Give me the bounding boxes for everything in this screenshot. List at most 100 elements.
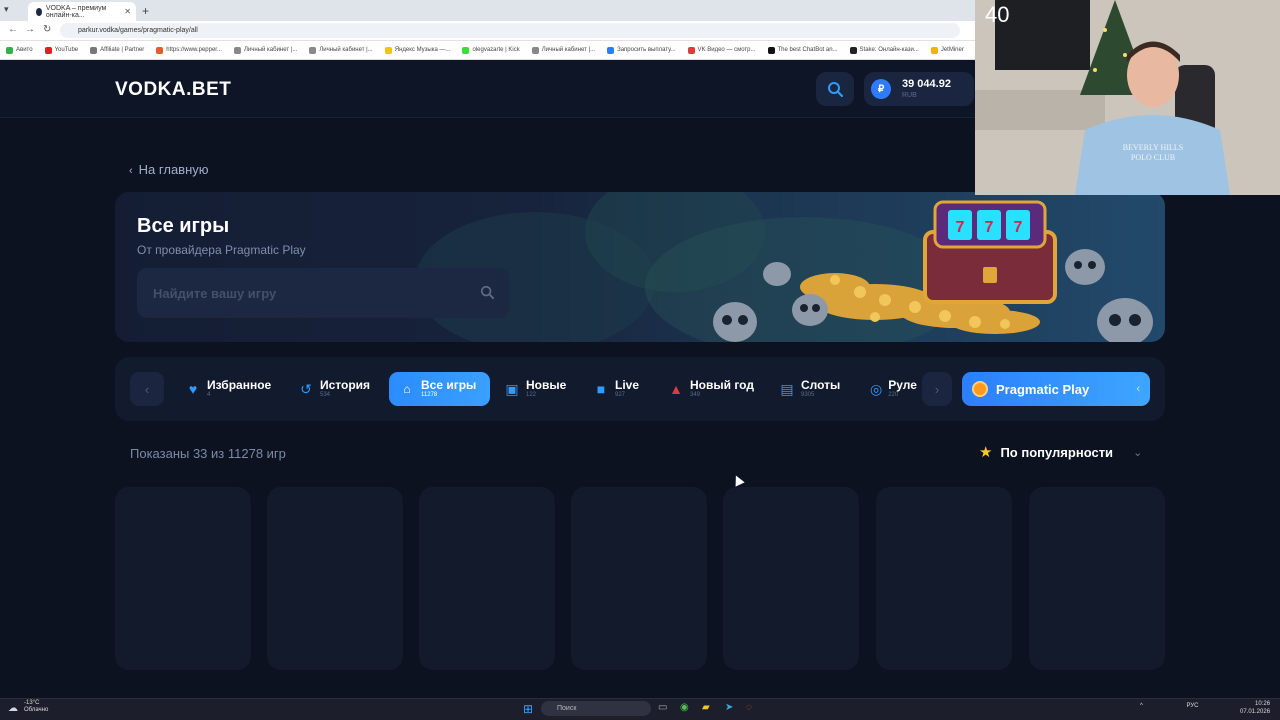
- bookmark-label: https://www.pepper...: [166, 47, 222, 53]
- bookmark-label: Запросить выплату...: [617, 47, 676, 53]
- category-all-games[interactable]: ⌂ Все игры 11278: [389, 372, 490, 406]
- taskbar-clock[interactable]: 10:26 07.01.2026: [1240, 700, 1270, 716]
- history-icon: ↺: [300, 380, 312, 397]
- category-next-button[interactable]: ›: [922, 372, 952, 406]
- forward-icon[interactable]: →: [25, 24, 35, 35]
- mouse-cursor: [731, 473, 745, 487]
- category-roulette[interactable]: ◎ Руле 220: [860, 372, 920, 406]
- tab-favicon: [36, 7, 42, 16]
- bookmark-item[interactable]: VK Видео — смотр...: [687, 46, 756, 54]
- bookmark-label: Личный кабинет |...: [243, 47, 298, 53]
- category-count: 4: [207, 391, 211, 398]
- tab-search-icon[interactable]: ▾: [4, 4, 9, 15]
- category-label: История: [320, 377, 371, 392]
- taskbar-search-input[interactable]: Поиск: [541, 701, 651, 716]
- folder-icon[interactable]: ▰: [702, 702, 710, 713]
- game-search-input[interactable]: [137, 268, 509, 318]
- svg-text:7: 7: [1014, 219, 1023, 236]
- bookmark-item[interactable]: olegvazarte | Kick: [462, 46, 520, 54]
- star-icon: ★: [979, 444, 993, 461]
- windows-start-icon[interactable]: ⊞: [523, 702, 533, 716]
- chevron-left-icon: ‹: [144, 381, 150, 397]
- game-card-placeholder[interactable]: [876, 487, 1012, 670]
- game-card-placeholder[interactable]: [571, 487, 707, 670]
- category-favorites[interactable]: ♥ Избранное 4: [175, 372, 281, 406]
- category-label: Новый год: [690, 377, 754, 392]
- category-count: 220: [888, 391, 899, 398]
- results-count: Показаны 33 из 11278 игр: [130, 446, 286, 461]
- search-icon[interactable]: [480, 285, 495, 302]
- bookmark-item[interactable]: Личный кабинет |...: [233, 46, 298, 54]
- category-count: 9305: [801, 391, 815, 398]
- category-label: Руле: [888, 377, 917, 392]
- slot-machine-icon: ▤: [780, 380, 794, 397]
- bookmark-label: Авито: [16, 47, 33, 53]
- telegram-icon[interactable]: ➤: [725, 702, 733, 713]
- category-slots[interactable]: ▤ Слоты 9305: [769, 372, 850, 406]
- bookmark-item[interactable]: Яндекс Музыка —...: [384, 46, 450, 54]
- category-new[interactable]: ▣ Новые 122: [494, 372, 576, 406]
- game-search-field[interactable]: [137, 268, 509, 318]
- provider-banner: 7 7 7: [115, 192, 1165, 342]
- game-card-placeholder[interactable]: [115, 487, 251, 670]
- tab-title: VODKA – премиум онлайн-ка...: [45, 4, 107, 19]
- bookmark-item[interactable]: https://www.pepper...: [156, 46, 222, 54]
- bookmark-label: Личный кабинет |...: [541, 47, 596, 53]
- sort-label: По популярности: [1000, 444, 1114, 460]
- site-logo[interactable]: VODKA.BET: [115, 79, 231, 101]
- game-card-placeholder[interactable]: [1029, 487, 1165, 670]
- clock-time: 10:26: [1255, 701, 1271, 707]
- balance-amount: 39 044.92: [902, 78, 951, 90]
- chrome-icon[interactable]: ◉: [680, 702, 689, 713]
- balance-currency: RUB: [902, 92, 917, 99]
- bookmark-favicon-icon: [6, 46, 13, 54]
- bookmark-item[interactable]: The best ChatBot an...: [767, 46, 838, 54]
- header-search-button[interactable]: [816, 72, 854, 106]
- chevron-up-icon: ^: [1140, 703, 1143, 709]
- game-card-placeholder[interactable]: [419, 487, 555, 670]
- category-history[interactable]: ↺ История 534: [288, 372, 380, 406]
- bookmark-item[interactable]: Личный кабинет |...: [309, 46, 373, 54]
- bookmark-label: Affiliate | Partner: [100, 47, 145, 53]
- tab-close-icon[interactable]: ✕: [124, 7, 131, 16]
- bookmark-item[interactable]: Запросить выплату...: [607, 46, 676, 54]
- provider-select-button[interactable]: Pragmatic Play ‹: [962, 372, 1150, 406]
- category-new-year[interactable]: ▲ Новый год 349: [658, 372, 764, 406]
- bookmark-item[interactable]: Affiliate | Partner: [90, 46, 145, 54]
- bookmark-item[interactable]: Авито: [6, 46, 33, 54]
- page-subtitle: От провайдера Pragmatic Play: [137, 243, 306, 257]
- bookmark-favicon-icon: [309, 46, 317, 54]
- sort-dropdown[interactable]: ★ По популярности ⌄: [979, 443, 1142, 461]
- bookmark-favicon-icon: [849, 46, 857, 54]
- bookmark-item[interactable]: Личный кабинет |...: [531, 46, 596, 54]
- task-view-icon[interactable]: ▭: [658, 702, 667, 713]
- category-count: 11278: [421, 391, 438, 398]
- back-to-home-link[interactable]: ‹ На главную: [129, 162, 209, 177]
- system-tray[interactable]: ^ РУС: [1140, 703, 1199, 709]
- search-icon: [828, 82, 843, 97]
- chevron-right-icon: ›: [934, 381, 940, 397]
- url-text: parkur.vodka/games/pragmatic-play/all: [78, 27, 198, 34]
- svg-text:POLO CLUB: POLO CLUB: [1131, 153, 1175, 162]
- app-icon[interactable]: ◌: [746, 702, 752, 713]
- bookmark-item[interactable]: JetMiner: [930, 46, 964, 54]
- game-card-placeholder[interactable]: [723, 487, 859, 670]
- category-prev-button[interactable]: ‹: [130, 372, 164, 406]
- back-icon[interactable]: ←: [8, 24, 18, 35]
- bookmark-item[interactable]: Stake: Онлайн-кази...: [849, 46, 919, 54]
- category-label: Слоты: [801, 377, 841, 392]
- category-live[interactable]: ■ Live 927: [583, 372, 649, 406]
- new-badge-icon: ▣: [505, 380, 519, 397]
- game-card-placeholder[interactable]: [267, 487, 403, 670]
- reload-icon[interactable]: ↻: [43, 24, 51, 35]
- camera-icon: ■: [596, 381, 606, 397]
- bookmark-label: olegvazarte | Kick: [472, 47, 520, 53]
- bookmark-item[interactable]: YouTube: [44, 46, 78, 54]
- bookmark-favicon-icon: [687, 46, 695, 54]
- url-input[interactable]: parkur.vodka/games/pragmatic-play/all: [60, 23, 960, 38]
- new-tab-icon[interactable]: +: [142, 4, 149, 18]
- browser-tab[interactable]: VODKA – премиум онлайн-ка... ✕: [28, 2, 136, 21]
- bookmark-favicon-icon: [90, 46, 98, 54]
- chevron-left-icon: ‹: [129, 165, 133, 177]
- treasure-chest-illustration: 7 7 7: [415, 192, 1153, 342]
